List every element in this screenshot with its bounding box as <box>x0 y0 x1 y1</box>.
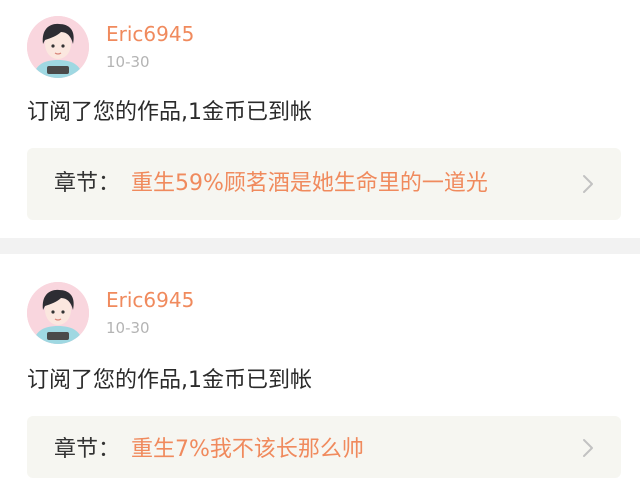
chevron-right-icon <box>583 175 593 193</box>
timestamp: 10-30 <box>106 319 150 337</box>
notification-message: 订阅了您的作品,1金币已到帐 <box>27 100 312 125</box>
notification-card: Eric6945 10-30 订阅了您的作品,1金币已到帐 章节： 重生59%顾… <box>0 0 640 238</box>
chapter-title: 重生59%顾茗酒是她生命里的一道光 <box>131 171 488 196</box>
notification-message: 订阅了您的作品,1金币已到帐 <box>27 368 312 393</box>
chapter-link[interactable]: 章节： 重生7%我不该长那么帅 <box>27 416 621 478</box>
chevron-right-icon <box>583 439 593 457</box>
user-row: Eric6945 10-30 <box>27 282 627 344</box>
anime-boy-avatar-icon <box>27 16 89 78</box>
notification-card: Eric6945 10-30 订阅了您的作品,1金币已到帐 章节： 重生7%我不… <box>0 254 640 486</box>
chapter-title: 重生7%我不该长那么帅 <box>131 437 364 462</box>
timestamp: 10-30 <box>106 53 150 71</box>
chapter-label: 章节： <box>54 171 121 196</box>
username[interactable]: Eric6945 <box>106 22 194 46</box>
username[interactable]: Eric6945 <box>106 288 194 312</box>
chapter-label: 章节： <box>54 437 121 462</box>
anime-boy-avatar-icon <box>27 282 89 344</box>
chapter-link[interactable]: 章节： 重生59%顾茗酒是她生命里的一道光 <box>27 148 621 220</box>
avatar[interactable] <box>27 282 89 344</box>
card-separator <box>0 238 640 254</box>
avatar[interactable] <box>27 16 89 78</box>
notification-feed: Eric6945 10-30 订阅了您的作品,1金币已到帐 章节： 重生59%顾… <box>0 0 640 486</box>
user-row: Eric6945 10-30 <box>27 16 627 78</box>
